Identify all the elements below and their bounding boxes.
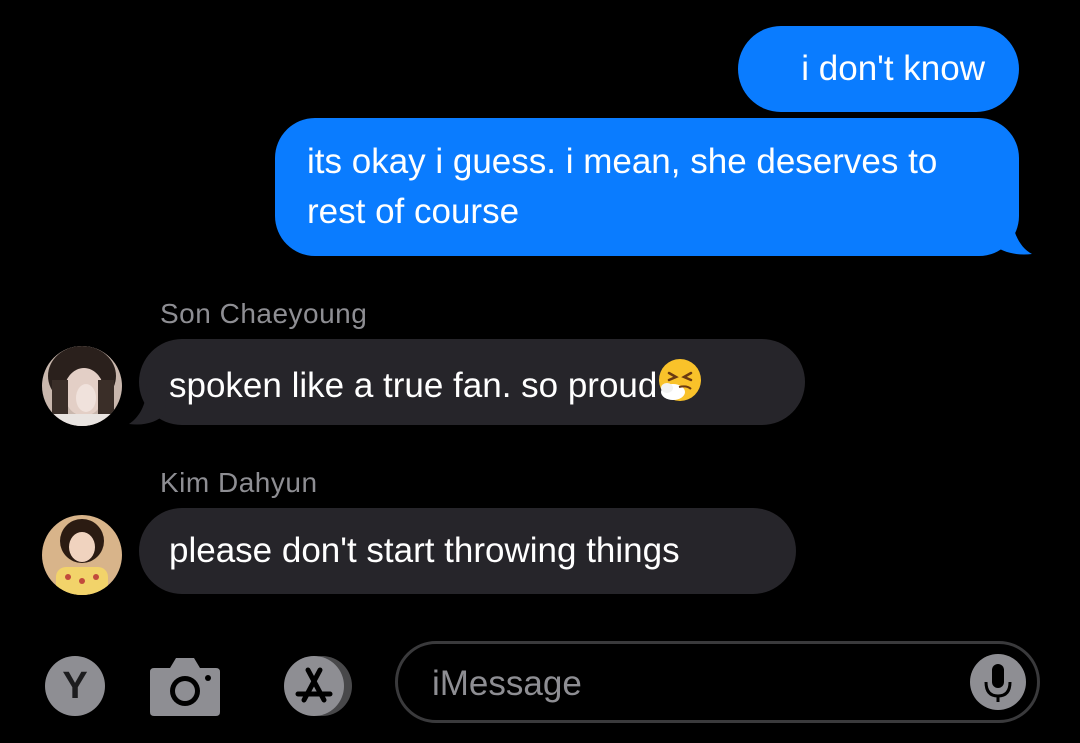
camera-icon[interactable] — [148, 654, 222, 718]
bubble-tail — [129, 384, 167, 425]
avatar[interactable] — [42, 346, 122, 426]
message-input[interactable]: iMessage — [395, 641, 1040, 723]
app-store-icon[interactable] — [270, 654, 356, 718]
sender-name: Son Chaeyoung — [160, 298, 368, 329]
microphone-icon[interactable] — [970, 654, 1026, 710]
message-text: its okay i guess. i mean, she deserves t… — [307, 142, 938, 231]
avatar-photo — [42, 515, 122, 595]
apps-button[interactable]: Y — [45, 656, 105, 716]
message-text: spoken like a true fan. so proud — [169, 366, 658, 405]
avatar[interactable] — [42, 515, 122, 595]
bubble-tail — [990, 214, 1032, 255]
received-message-bubble[interactable]: spoken like a true fan. so proud — [139, 339, 805, 425]
sender-name: Kim Dahyun — [160, 467, 318, 498]
message-text: i don't know — [801, 49, 985, 88]
sent-message-bubble[interactable]: its okay i guess. i mean, she deserves t… — [275, 118, 1019, 256]
received-message-bubble[interactable]: please don't start throwing things — [139, 508, 796, 594]
sneezing-face-emoji-icon — [657, 357, 703, 403]
avatar-photo — [42, 346, 122, 426]
apps-button-label: Y — [62, 665, 88, 707]
message-text: please don't start throwing things — [169, 531, 680, 570]
sent-message-bubble[interactable]: i don't know — [738, 26, 1019, 112]
message-input-placeholder: iMessage — [432, 664, 582, 703]
